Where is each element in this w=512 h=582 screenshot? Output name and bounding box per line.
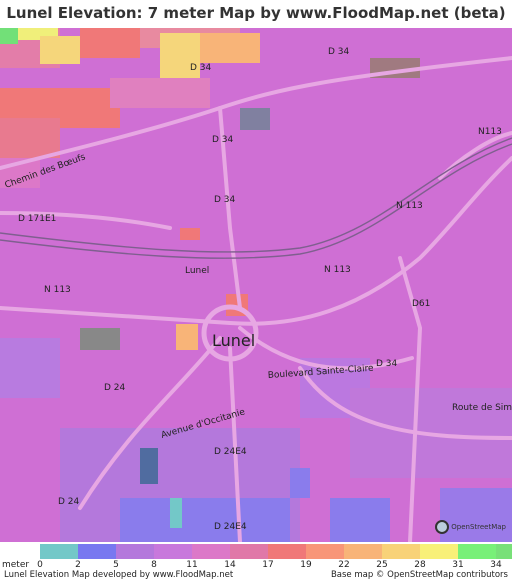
road-label-d34-top-right: D 34 [328,47,350,57]
road-label-n113-center: N 113 [324,265,351,275]
legend-swatch [458,544,496,559]
road-label-d34-top: D 34 [190,63,212,73]
legend-tick: 17 [262,560,274,570]
legend-swatch [40,544,78,559]
legend-swatch [116,544,154,559]
legend-tick: 34 [490,560,502,570]
road-label-d24e4-mid: D 24E4 [214,447,247,457]
legend-swatch [306,544,344,559]
legend-swatch [344,544,382,559]
legend-tick: 2 [75,560,81,570]
town-label: Lunel [212,331,255,350]
road-label-n113-west: N 113 [44,285,71,295]
legend-swatch [78,544,116,559]
road-label-n113-northeast: N113 [478,127,502,137]
legend-swatch [496,544,512,559]
legend-tick: 31 [452,560,464,570]
legend-tick: 28 [414,560,426,570]
road-label-d171e1: D 171E1 [18,214,56,224]
legend-tick: 8 [151,560,157,570]
legend-swatch [154,544,192,559]
road-label-d34-center: D 34 [214,195,236,205]
legend-swatch [268,544,306,559]
legend-swatch [420,544,458,559]
road-label-d34-mid: D 34 [212,135,234,145]
legend-swatch [382,544,420,559]
road-label-d24e4-south: D 24E4 [214,522,247,532]
page-title: Lunel Elevation: 7 meter Map by www.Floo… [0,0,512,28]
footer: Lunel Elevation Map developed by www.Flo… [0,570,512,582]
magnifier-icon [435,520,450,534]
road-label-n113-east: N 113 [396,201,423,211]
legend-swatch [192,544,230,559]
legend-tick: 25 [376,560,388,570]
legend-tick: 19 [300,560,312,570]
elevation-legend: 0 2 5 8 11 14 17 19 22 25 28 31 34 meter [0,542,512,570]
road-label-d34-east: D 34 [376,359,398,369]
elevation-map[interactable]: D 34 D 34 D 34 D 34 N113 N 113 D 171E1 C… [0,28,512,542]
road-label-d24-west: D 24 [104,383,126,393]
road-label-d61: D61 [412,299,430,309]
small-town-label: Lunel [185,266,209,276]
legend-tick: 0 [37,560,43,570]
legend-unit-label: meter [2,560,30,570]
footer-attribution: Base map © OpenStreetMap contributors [330,570,508,580]
footer-credit: Lunel Elevation Map developed by www.Flo… [4,570,234,580]
legend-tick: 14 [224,560,236,570]
openstreetmap-logo: OpenStreetMap [435,518,506,536]
legend-tick: 11 [186,560,198,570]
legend-swatch [230,544,268,559]
legend-tick: 5 [113,560,119,570]
openstreetmap-logo-text: OpenStreetMap [451,523,506,531]
road-label-route-de-simiac: Route de Simiac [452,403,512,413]
road-label-d24-south: D 24 [58,497,80,507]
legend-tick: 22 [338,560,350,570]
map-canvas: D 34 D 34 D 34 D 34 N113 N 113 D 171E1 C… [0,28,512,542]
